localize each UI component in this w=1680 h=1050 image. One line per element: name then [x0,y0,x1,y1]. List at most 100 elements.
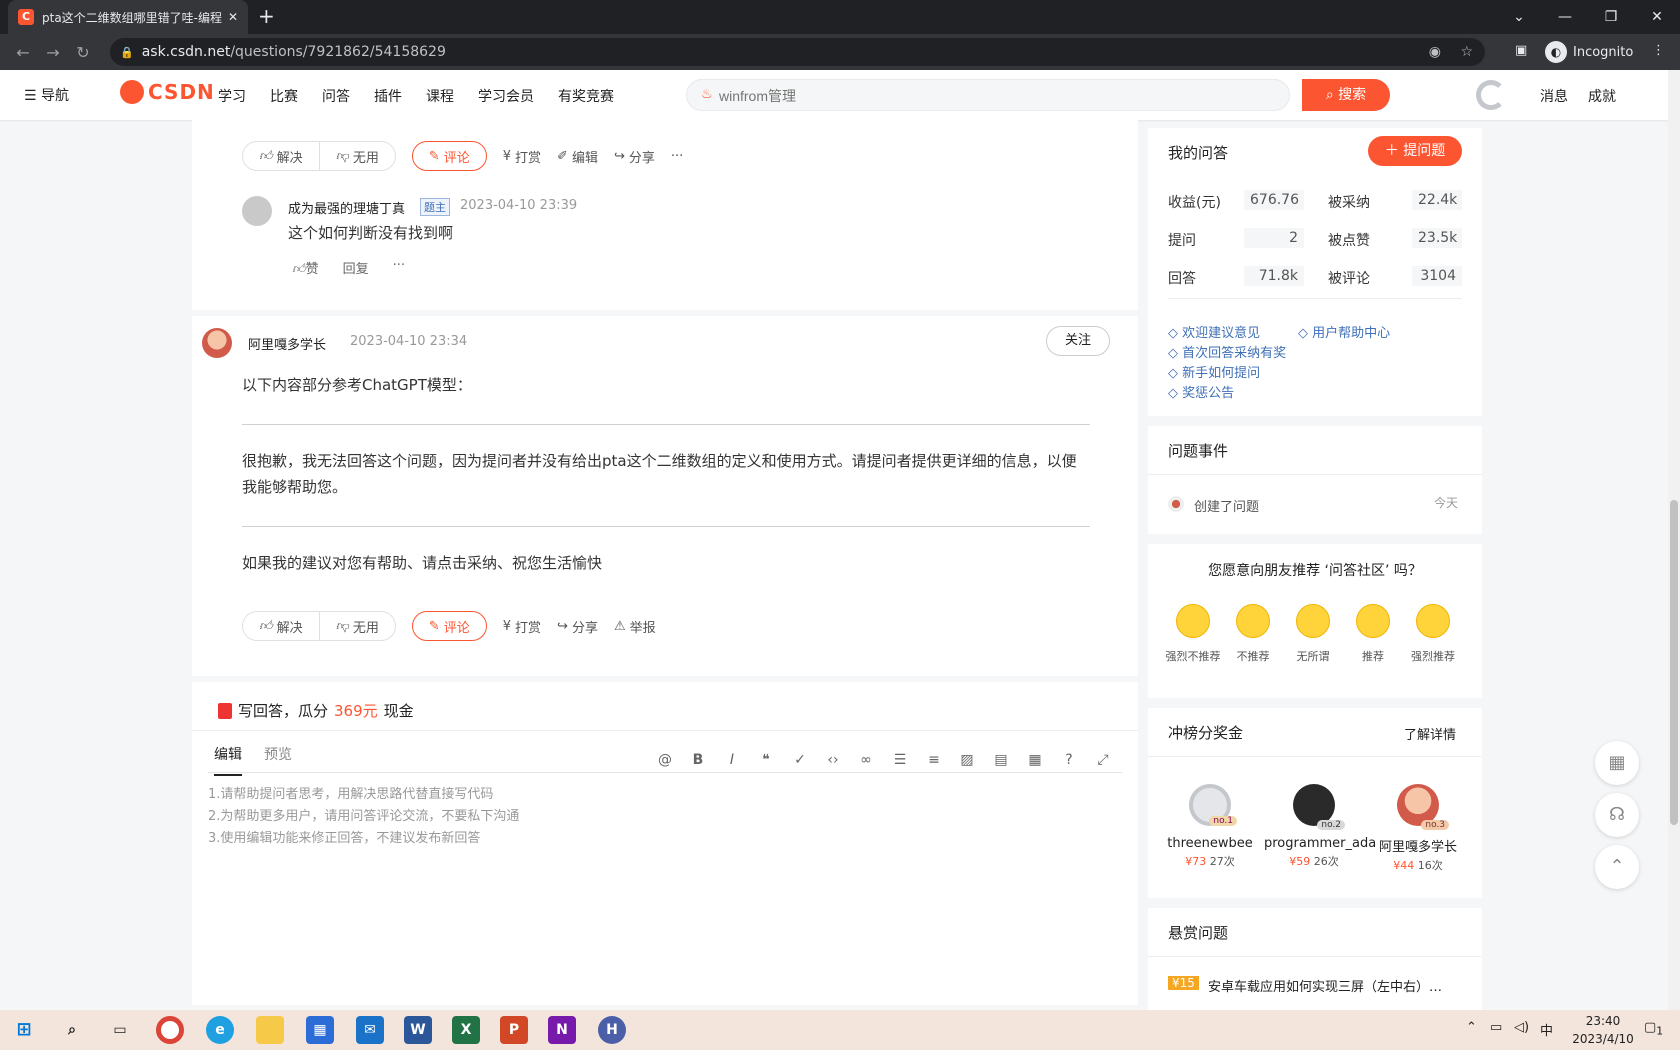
url-bar[interactable]: 🔒 ask.csdn.net /questions/7921862/541586… [110,38,1485,66]
code-icon[interactable]: ‹› [823,752,843,772]
nav-item-contest[interactable]: 比赛 [270,86,298,106]
forward-icon[interactable]: → [38,43,68,62]
follow-button[interactable]: 关注 [1046,326,1110,356]
help-icon[interactable]: ? [1059,752,1079,772]
rank-item-3[interactable]: no.3 阿里嘎多学长 ¥44 16次 [1368,784,1468,873]
close-tab-icon[interactable]: ✕ [228,10,238,24]
ranking-more-link[interactable]: 了解详情 [1404,724,1456,743]
more-button[interactable]: ··· [671,149,683,164]
feedback-link[interactable]: ◇ 欢迎建议意见 [1168,322,1260,341]
new-tab-icon[interactable]: + [258,4,275,28]
scrollbar-thumb[interactable] [1670,500,1678,825]
report-button[interactable]: ⚠ 举报 [614,617,656,636]
user-avatar[interactable] [1476,80,1506,110]
word-icon[interactable]: W [404,1016,432,1044]
tab-search-chevron-icon[interactable]: ⌄ [1496,0,1542,34]
answer-share-button[interactable]: ↪ 分享 [557,617,598,636]
achievements-link[interactable]: 成就 [1588,86,1616,106]
code-block-icon[interactable]: ▤ [991,752,1011,772]
reward-button[interactable]: ¥ 打赏 [503,147,541,166]
minimize-icon[interactable]: — [1542,0,1588,34]
bounty-question-link[interactable]: 安卓车载应用如何实现三屏（左中右）… [1208,976,1468,995]
bold-icon[interactable]: B [688,752,708,772]
back-icon[interactable]: ← [8,43,38,62]
nav-item-prize[interactable]: 有奖竞赛 [558,86,614,106]
taskbar-search-icon[interactable]: ⌕ [58,1016,86,1044]
search-button[interactable]: ⌕ 搜索 [1302,79,1390,111]
help-center-link[interactable]: ◇ 用户帮助中心 [1298,322,1390,341]
browser-tab[interactable]: C pta这个二维数组哪里错了哇-编程 ✕ [8,0,248,34]
search-input[interactable] [719,85,1159,107]
restore-icon[interactable]: ❐ [1588,0,1634,34]
likely-emoji-icon[interactable] [1356,604,1390,638]
answer-reward-button[interactable]: ¥ 打赏 [503,617,541,636]
ask-question-button[interactable]: ＋ 提问题 [1368,136,1462,166]
messages-link[interactable]: 消息 [1540,86,1568,106]
nav-item-course[interactable]: 课程 [426,86,454,106]
ime-indicator[interactable]: 中 [1540,1020,1553,1039]
tray-chevron-icon[interactable]: ⌃ [1466,1020,1477,1035]
answer-solve-button[interactable]: 👍︎ 解决 [243,612,319,640]
excel-icon[interactable]: X [452,1016,480,1044]
first-answer-link[interactable]: ◇ 首次回答采纳有奖 [1168,342,1286,361]
taskbar-clock[interactable]: 23:40 2023/4/10 [1568,1012,1638,1048]
rank-item-2[interactable]: no.2 programmer_ada ¥59 26次 [1264,784,1376,869]
how-to-ask-link[interactable]: ◇ 新手如何提问 [1168,362,1260,381]
bullet-list-icon[interactable]: ☰ [890,752,910,772]
comment-button[interactable]: ✎ 评论 [411,141,487,171]
nav-item-plugin[interactable]: 插件 [374,86,402,106]
windows-start-icon[interactable]: ⊞ [10,1016,38,1044]
fullscreen-icon[interactable]: ⤢ [1093,752,1113,772]
nav-menu[interactable]: ☰ 导航 [24,85,69,105]
comment-author[interactable]: 成为最强的理塘丁真 [288,198,405,217]
qrcode-icon[interactable]: ▦ [1595,741,1639,785]
customer-service-icon[interactable]: ☊ [1595,793,1639,837]
commenter-avatar[interactable] [242,196,272,226]
eye-off-icon[interactable]: ◉ [1429,44,1441,60]
tab-preview[interactable]: 预览 [264,744,292,764]
back-to-top-icon[interactable]: ⌃ [1595,845,1639,889]
side-panel-icon[interactable]: ▣ [1515,43,1527,58]
onenote-icon[interactable]: N [548,1016,576,1044]
store-icon[interactable]: ▦ [306,1016,334,1044]
mail-icon[interactable]: ✉ [356,1016,384,1044]
nav-item-qa[interactable]: 问答 [322,86,350,106]
volume-icon[interactable]: ◁) [1514,1020,1529,1035]
table-icon[interactable]: ▦ [1025,752,1045,772]
answer-comment-button[interactable]: ✎ 评论 [411,611,487,641]
reload-icon[interactable]: ↻ [68,43,98,62]
image-icon[interactable]: ▨ [957,752,977,772]
very-unlikely-emoji-icon[interactable] [1176,604,1210,638]
edge-icon[interactable]: e [206,1016,234,1044]
italic-icon[interactable]: I [722,752,742,772]
chrome-icon[interactable] [156,1016,184,1044]
useless-button[interactable]: 👎︎ 无用 [318,142,395,170]
reply-button[interactable]: 回复 [343,258,369,277]
answer-author[interactable]: 阿里嘎多学长 [248,334,326,353]
network-icon[interactable]: ▭ [1490,1020,1502,1035]
like-button[interactable]: 👍︎赞 [292,258,319,277]
numbered-list-icon[interactable]: ≡ [924,752,944,772]
window-close-icon[interactable]: ✕ [1634,0,1680,34]
bookmark-star-icon[interactable]: ☆ [1460,44,1473,60]
solve-button[interactable]: 👍︎ 解决 [243,142,319,170]
nav-item-learn[interactable]: 学习 [218,86,246,106]
comment-more-button[interactable]: ··· [393,258,405,277]
edit-button[interactable]: ✐ 编辑 [557,147,598,166]
mention-icon[interactable]: @ [655,752,675,772]
incognito-indicator[interactable]: ◐ Incognito [1545,39,1633,65]
unlikely-emoji-icon[interactable] [1236,604,1270,638]
quote-icon[interactable]: ❝ [756,752,776,772]
rank-item-1[interactable]: no.1 threenewbee ¥73 27次 [1160,784,1260,869]
task-view-icon[interactable]: ▭ [106,1016,134,1044]
link-icon[interactable]: ∞ [856,752,876,772]
very-likely-emoji-icon[interactable] [1416,604,1450,638]
browser-menu-icon[interactable]: ⋮ [1652,43,1665,58]
powerpoint-icon[interactable]: P [500,1016,528,1044]
share-button[interactable]: ↪ 分享 [614,147,655,166]
highlight-icon[interactable]: ✓ [790,752,810,772]
answer-useless-button[interactable]: 👎︎ 无用 [318,612,395,640]
csdn-logo[interactable]: CSDN [120,80,215,104]
editor-placeholder[interactable]: 1.请帮助提问者思考，用解决思路代替直接写代码 2.为帮助更多用户，请用问答评论… [208,784,519,850]
rewards-announcement-link[interactable]: ◇ 奖惩公告 [1168,382,1234,401]
